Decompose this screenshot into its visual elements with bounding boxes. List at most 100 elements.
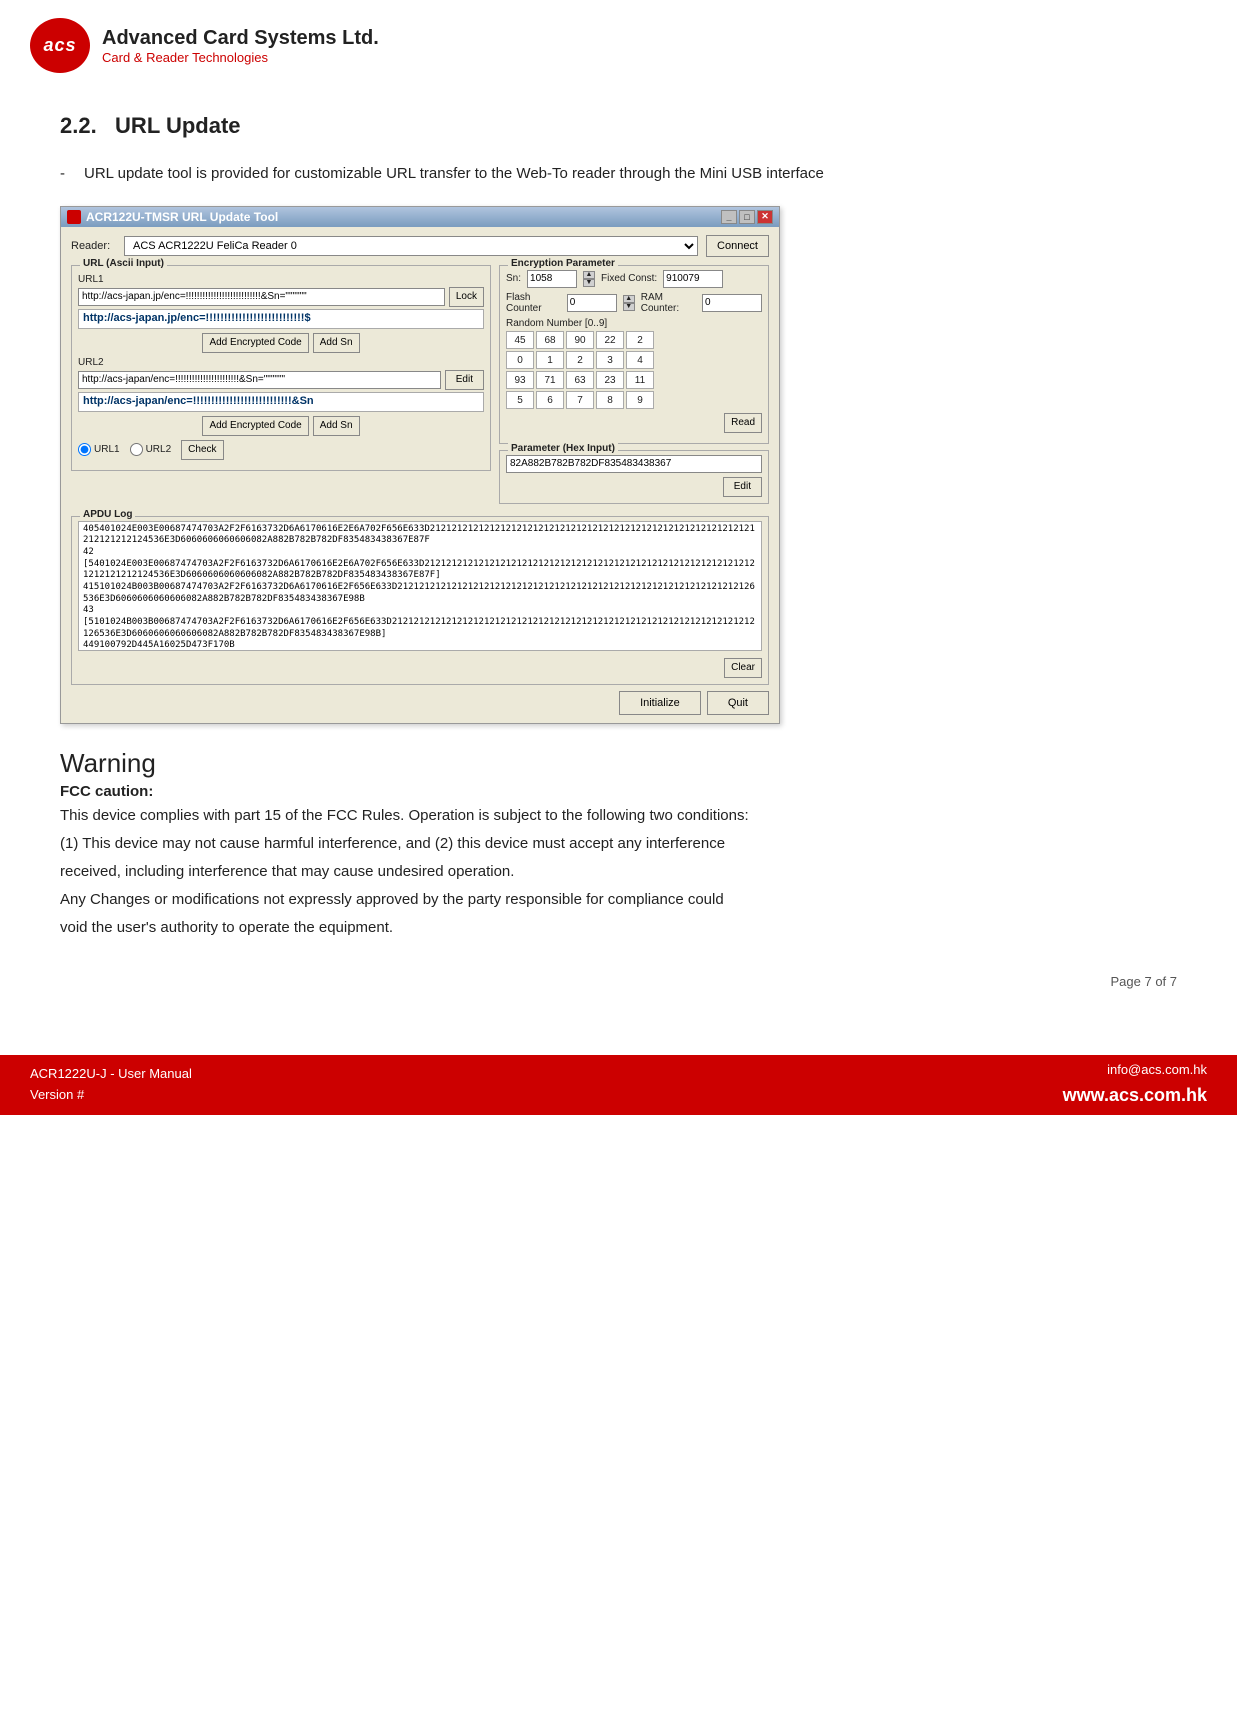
- radio-url1[interactable]: URL1: [78, 443, 120, 456]
- flash-counter-label: Flash Counter: [506, 292, 561, 314]
- apdu-textarea[interactable]: [78, 521, 762, 651]
- footer-product: ACR1222U-J - User Manual: [30, 1064, 192, 1085]
- param-edit-button[interactable]: Edit: [723, 477, 762, 497]
- clear-button[interactable]: Clear: [724, 658, 762, 678]
- sn-input[interactable]: [527, 270, 577, 288]
- bullet-text: URL update tool is provided for customiz…: [84, 163, 824, 186]
- sn-down-btn[interactable]: ▼: [583, 279, 595, 287]
- footer-website: www.acs.com.hk: [1063, 1081, 1207, 1110]
- sn-spinner[interactable]: ▲ ▼: [583, 271, 595, 287]
- url2-display: http://acs-japan/enc=!!!!!!!!!!!!!!!!!!!…: [78, 392, 484, 412]
- radio-url2-input[interactable]: [130, 443, 143, 456]
- encryption-group-title: Encryption Parameter: [508, 258, 618, 269]
- flash-spinner[interactable]: ▲ ▼: [623, 295, 635, 311]
- url-group-box: URL (Ascii Input) URL1 Lock http://acs-j…: [71, 265, 491, 471]
- sn-label: Sn:: [506, 273, 521, 284]
- dialog-icon: [67, 210, 81, 224]
- dialog-right: Encryption Parameter Sn: ▲ ▼ Fixed Const…: [499, 265, 769, 510]
- lock-button[interactable]: Lock: [449, 287, 484, 307]
- quit-button[interactable]: Quit: [707, 691, 769, 715]
- radio-url1-input[interactable]: [78, 443, 91, 456]
- warning-line: received, including interference that ma…: [60, 860, 1177, 884]
- url2-label: URL2: [78, 357, 484, 368]
- apdu-clear-row: Clear: [78, 658, 762, 678]
- random-cell: 9: [626, 391, 654, 409]
- initialize-button[interactable]: Initialize: [619, 691, 701, 715]
- param-group-box: Parameter (Hex Input) Edit: [499, 450, 769, 504]
- read-button[interactable]: Read: [724, 413, 762, 433]
- add-sn-btn1[interactable]: Add Sn: [313, 333, 360, 353]
- random-cell: 11: [626, 371, 654, 389]
- warning-text: This device complies with part 15 of the…: [60, 804, 1177, 940]
- section-heading: 2.2. URL Update: [60, 113, 1177, 139]
- main-content: 2.2. URL Update - URL update tool is pro…: [0, 83, 1237, 964]
- dialog-titlebar-left: ACR122U-TMSR URL Update Tool: [67, 210, 278, 224]
- encryption-group-box: Encryption Parameter Sn: ▲ ▼ Fixed Const…: [499, 265, 769, 444]
- add-sn-btn2[interactable]: Add Sn: [313, 416, 360, 436]
- fixed-const-label: Fixed Const:: [601, 273, 657, 284]
- random-cell: 63: [566, 371, 594, 389]
- add-encrypted-code-btn1[interactable]: Add Encrypted Code: [202, 333, 308, 353]
- logo-oval: acs: [30, 18, 90, 73]
- ram-counter-label: RAM Counter:: [641, 292, 696, 314]
- reader-label: Reader:: [71, 240, 116, 252]
- url2-input-row: Edit: [78, 370, 484, 390]
- dialog-bottom-row: Initialize Quit: [71, 691, 769, 715]
- random-cell: 6: [536, 391, 564, 409]
- sn-up-btn[interactable]: ▲: [583, 271, 595, 279]
- sn-row: Sn: ▲ ▼ Fixed Const:: [506, 270, 762, 288]
- random-cell: 3: [596, 351, 624, 369]
- section-number: 2.2.: [60, 113, 97, 138]
- url2-btn-row: Add Encrypted Code Add Sn: [78, 416, 484, 436]
- reader-select[interactable]: ACS ACR1222U FeliCa Reader 0: [124, 236, 698, 256]
- dialog-window: ACR122U-TMSR URL Update Tool _ □ ✕ Reade…: [60, 206, 780, 724]
- dialog-controls[interactable]: _ □ ✕: [721, 210, 773, 224]
- maximize-button[interactable]: □: [739, 210, 755, 224]
- url1-input-row: Lock: [78, 287, 484, 307]
- flash-up-btn[interactable]: ▲: [623, 295, 635, 303]
- check-button[interactable]: Check: [181, 440, 223, 460]
- flash-down-btn[interactable]: ▼: [623, 303, 635, 311]
- random-cell: 5: [506, 391, 534, 409]
- apdu-group-title: APDU Log: [80, 509, 135, 520]
- url2-input[interactable]: [78, 371, 441, 389]
- warning-title: Warning: [60, 748, 1177, 779]
- warning-line: (1) This device may not cause harmful in…: [60, 832, 1177, 856]
- dialog-left: URL (Ascii Input) URL1 Lock http://acs-j…: [71, 265, 491, 510]
- connect-button[interactable]: Connect: [706, 235, 769, 257]
- param-group-title: Parameter (Hex Input): [508, 443, 618, 454]
- fixed-const-input[interactable]: [663, 270, 723, 288]
- random-cell: 2: [626, 331, 654, 349]
- close-button[interactable]: ✕: [757, 210, 773, 224]
- bullet-item: - URL update tool is provided for custom…: [60, 163, 1177, 186]
- company-tagline: Card & Reader Technologies: [102, 50, 379, 65]
- dialog-body: Reader: ACS ACR1222U FeliCa Reader 0 Con…: [61, 227, 779, 723]
- warning-line: This device complies with part 15 of the…: [60, 804, 1177, 828]
- random-cell: 93: [506, 371, 534, 389]
- warning-line: void the user's authority to operate the…: [60, 916, 1177, 940]
- flash-counter-input[interactable]: [567, 294, 617, 312]
- add-encrypted-code-btn2[interactable]: Add Encrypted Code: [202, 416, 308, 436]
- section-title: URL Update: [115, 113, 241, 138]
- read-btn-row: Read: [506, 413, 762, 433]
- page-number: Page 7 of 7: [0, 964, 1237, 995]
- edit-button[interactable]: Edit: [445, 370, 484, 390]
- ram-counter-input[interactable]: [702, 294, 762, 312]
- param-input[interactable]: [506, 455, 762, 473]
- header: acs Advanced Card Systems Ltd. Card & Re…: [0, 0, 1237, 83]
- random-cell: 45: [506, 331, 534, 349]
- minimize-button[interactable]: _: [721, 210, 737, 224]
- url1-input[interactable]: [78, 288, 445, 306]
- dialog-columns: URL (Ascii Input) URL1 Lock http://acs-j…: [71, 265, 769, 510]
- radio-url2[interactable]: URL2: [130, 443, 172, 456]
- random-cell: 8: [596, 391, 624, 409]
- reader-row: Reader: ACS ACR1222U FeliCa Reader 0 Con…: [71, 235, 769, 257]
- random-label: Random Number [0..9]: [506, 318, 762, 329]
- random-cell: 68: [536, 331, 564, 349]
- logo-container: acs Advanced Card Systems Ltd. Card & Re…: [30, 18, 379, 73]
- apdu-group-box: APDU Log Clear: [71, 516, 769, 685]
- url1-display: http://acs-japan.jp/enc=!!!!!!!!!!!!!!!!…: [78, 309, 484, 329]
- random-cell: 0: [506, 351, 534, 369]
- random-cell: 7: [566, 391, 594, 409]
- random-cell: 1: [536, 351, 564, 369]
